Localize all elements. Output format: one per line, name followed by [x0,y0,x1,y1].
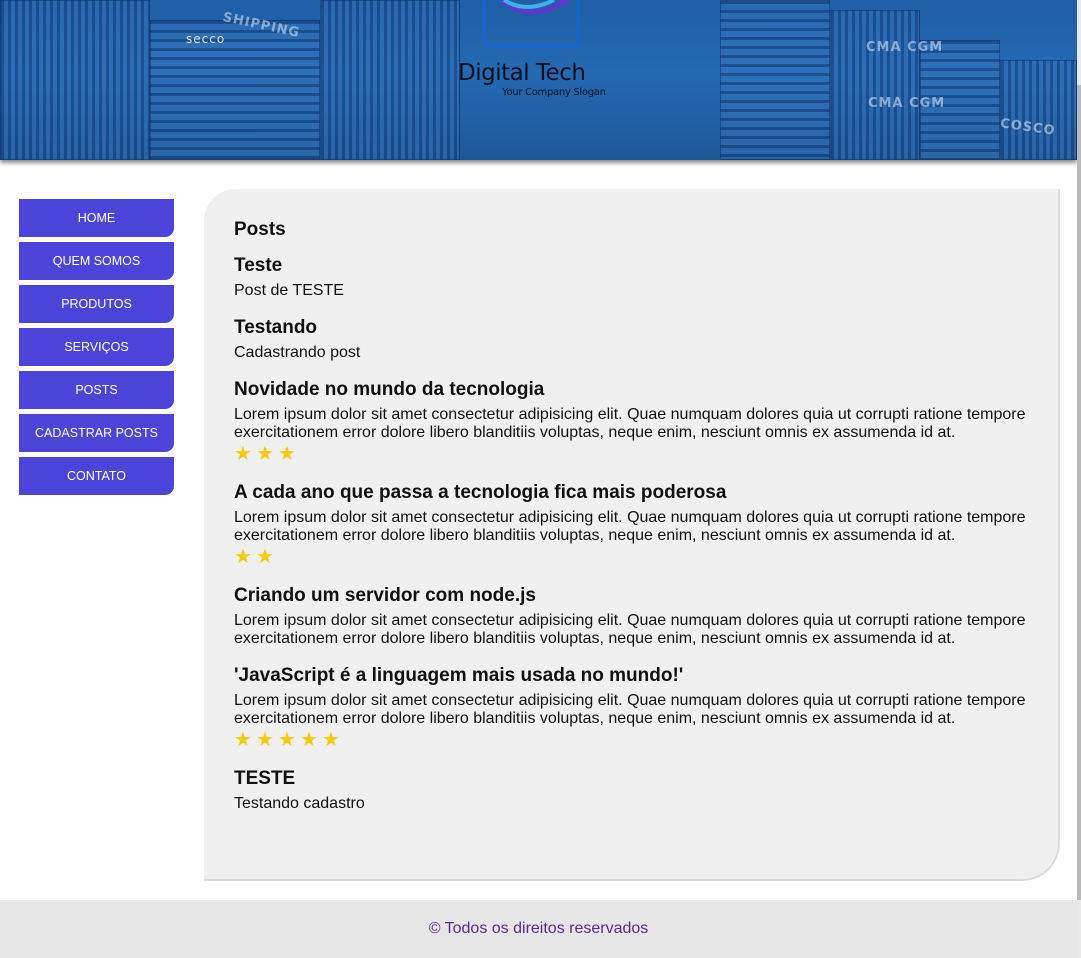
banner-container-stack [150,20,320,160]
nav-item-quem-somos[interactable]: QUEM SOMOS [19,242,174,280]
header-banner: SHIPPING secco CMA CGM CMA CGM COSCO Dig… [0,0,1077,160]
post-title: Novidade no mundo da tecnologia [234,379,545,400]
post-item: 'JavaScript é a linguagem mais usada no … [234,665,1058,751]
post-title: A cada ano que passa a tecnologia fica m… [234,482,727,503]
post-item: A cada ano que passa a tecnologia fica m… [234,482,1058,568]
banner-text: CMA CGM [866,40,944,55]
star-icon: ★ [322,727,340,751]
banner-container-stack [320,0,460,160]
post-item: Novidade no mundo da tecnologia Lorem ips… [234,379,1058,465]
banner-container-stack [720,0,830,160]
banner-container-stack [830,10,920,160]
post-body: Cadastrando post [234,344,361,361]
star-icon: ★ [300,727,318,751]
nav-item-cadastrar-posts[interactable]: CADASTRAR POSTS [19,414,174,452]
post-body: Lorem ipsum dolor sit amet consectetur a… [234,692,1026,727]
star-icon: ★ [234,727,252,751]
star-icon: ★ [278,727,296,751]
company-logo[interactable]: Digital Tech Your Company Slogan [458,0,618,100]
banner-text: CMA CGM [868,96,946,111]
nav-item-contato[interactable]: CONTATO [19,457,174,495]
star-icon: ★ [256,441,274,465]
post-item: Teste Post de TESTE [234,255,1058,300]
logo-slogan: Your Company Slogan [502,87,606,98]
page-title: Posts [234,219,286,240]
nav-item-servicos[interactable]: SERVIÇOS [19,328,174,366]
star-rating: ★ ★ ★ ★ ★ [234,729,1058,751]
star-rating: ★ ★ [234,546,1058,568]
post-title: TESTE [234,768,296,789]
star-rating: ★ ★ ★ [234,443,1058,465]
post-body: Post de TESTE [234,282,344,299]
post-title: Criando um servidor com node.js [234,585,536,606]
banner-text: secco [186,32,226,46]
post-item: Criando um servidor com node.js Lorem ips… [234,585,1058,648]
scrollbar-thumb[interactable] [1077,85,1081,900]
nav-item-produtos[interactable]: PRODUTOS [19,285,174,323]
post-body: Lorem ipsum dolor sit amet consectetur a… [234,612,1026,647]
sidebar-nav: HOME QUEM SOMOS PRODUTOS SERVIÇOS POSTS … [19,199,174,500]
post-body: Testando cadastro [234,795,365,812]
post-title: 'JavaScript é a linguagem mais usada no … [234,665,684,686]
post-title: Testando [234,317,318,338]
post-item: Testando Cadastrando post [234,317,1058,362]
star-icon: ★ [234,544,252,568]
post-body: Lorem ipsum dolor sit amet consectetur a… [234,509,1026,544]
footer: © Todos os direitos reservados [0,900,1077,958]
star-icon: ★ [256,544,274,568]
banner-container-stack [0,0,150,160]
logo-icon [482,0,580,48]
post-list: Teste Post de TESTE Testando Cadastrando po… [234,255,1058,813]
star-icon: ★ [256,727,274,751]
post-body: Lorem ipsum dolor sit amet consectetur a… [234,406,1026,441]
post-item: TESTE Testando cadastro [234,768,1058,813]
post-title: Teste [234,255,283,276]
logo-title: Digital Tech [458,60,586,86]
nav-item-posts[interactable]: POSTS [19,371,174,409]
star-icon: ★ [278,441,296,465]
star-icon: ★ [234,441,252,465]
nav-item-home[interactable]: HOME [19,199,174,237]
banner-container-stack [1000,60,1077,160]
footer-copyright: © Todos os direitos reservados [428,920,649,937]
posts-panel: Posts Teste Post de TESTE Testando Cadastra… [204,189,1060,881]
